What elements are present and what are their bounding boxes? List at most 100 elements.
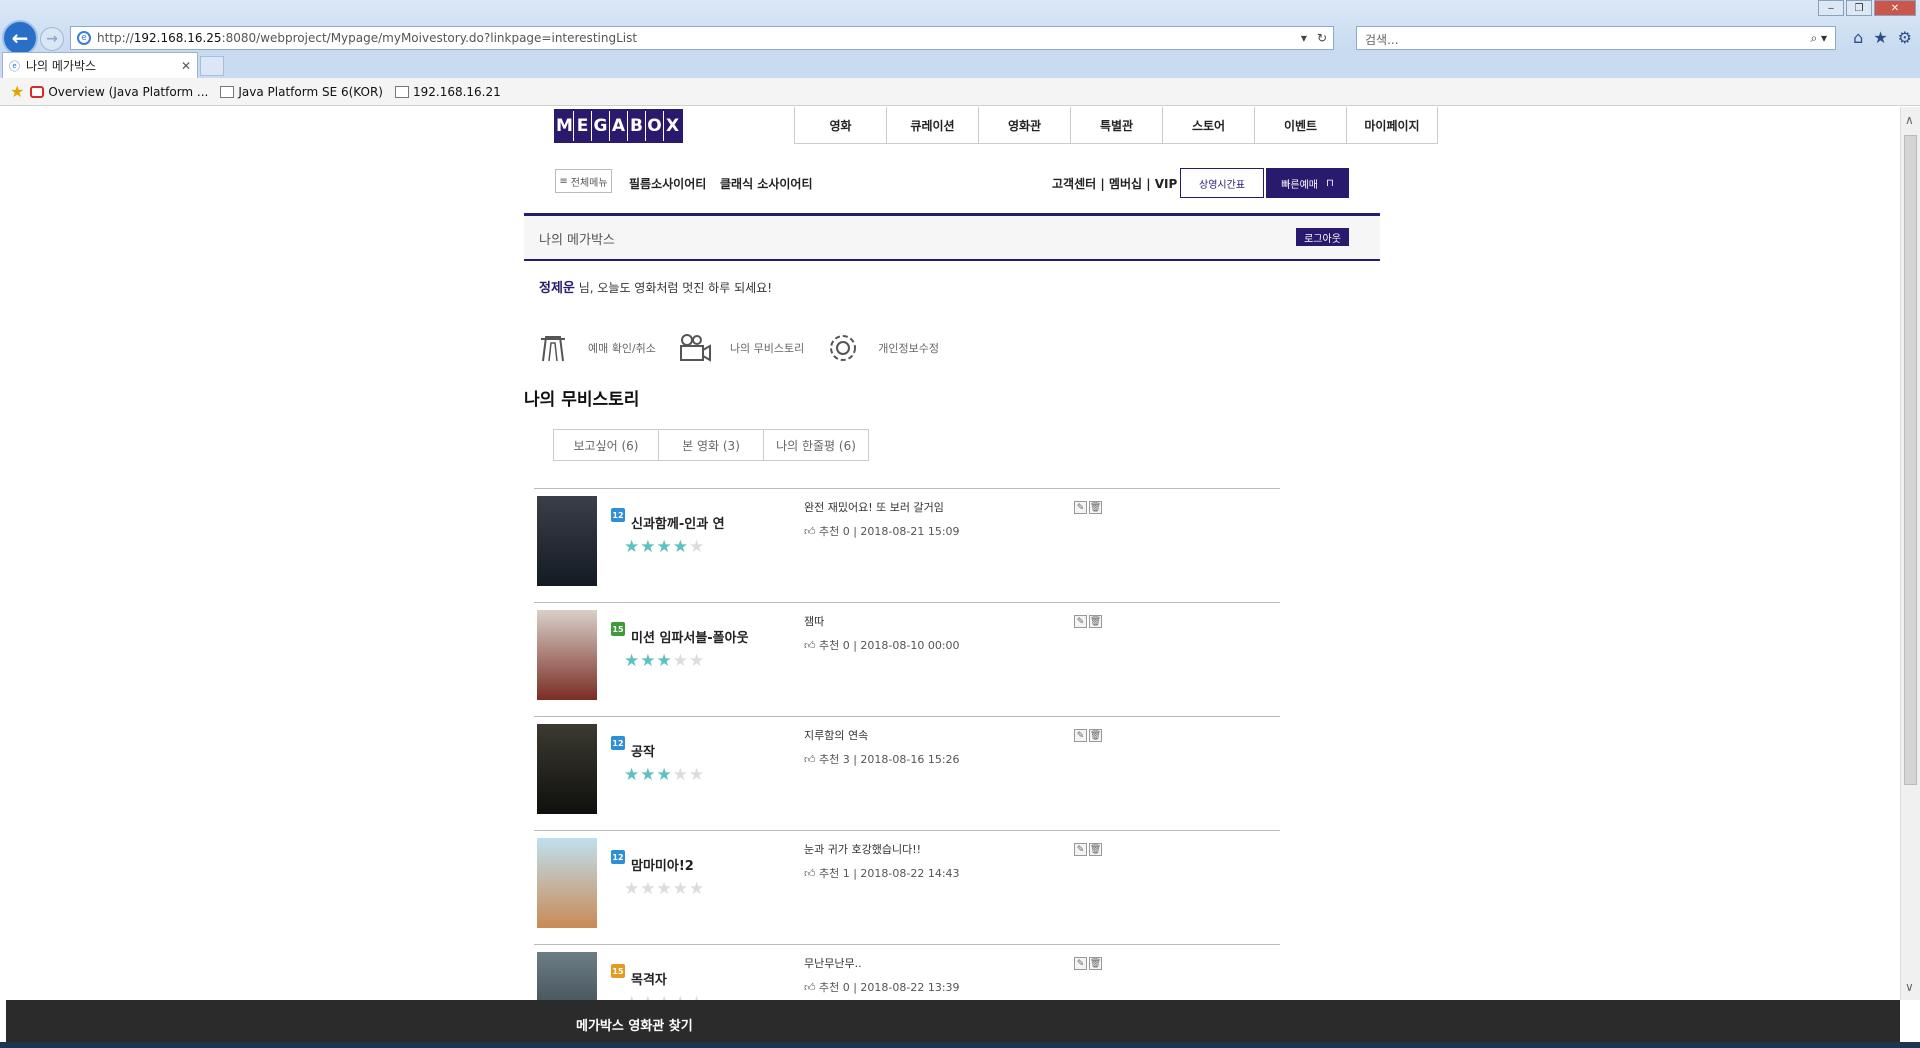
star-icon: ★ xyxy=(640,537,657,557)
nav-mypage[interactable]: 마이페이지 xyxy=(1346,107,1438,143)
megabox-logo[interactable]: M E G A B O X xyxy=(554,109,683,143)
thumb-up-icon[interactable]: 👍︎ xyxy=(804,867,816,880)
movie-title[interactable]: 공작 xyxy=(631,741,655,760)
delete-icon[interactable]: 🗑︎ xyxy=(1089,843,1102,856)
movie-poster[interactable] xyxy=(537,610,597,700)
nav-store[interactable]: 스토어 xyxy=(1162,107,1254,143)
star-icon: ★ xyxy=(640,651,657,671)
fast-booking-button[interactable]: 빠른예매 ⊓ xyxy=(1266,168,1349,198)
edit-tools: ✎ 🗑︎ xyxy=(1074,843,1102,856)
delete-icon[interactable]: 🗑︎ xyxy=(1089,615,1102,628)
tab-want-to-see[interactable]: 보고싶어 (6) xyxy=(553,429,659,461)
star-icon: ★ xyxy=(673,993,689,1000)
movie-poster[interactable] xyxy=(537,838,597,928)
tab-page-icon: ⓔ xyxy=(9,59,20,73)
new-tab-button[interactable] xyxy=(200,56,224,76)
favorites-star-icon[interactable]: ★ xyxy=(1873,28,1887,47)
star-icon: ★ xyxy=(672,879,689,899)
age-rating-badge: 12 xyxy=(611,508,625,522)
menu-booking-check[interactable]: 예매 확인/취소 xyxy=(588,340,656,356)
thumb-up-icon[interactable]: 👍︎ xyxy=(804,525,816,538)
logout-button[interactable]: 로그아웃 xyxy=(1296,228,1349,246)
thumb-up-icon[interactable]: 👍︎ xyxy=(804,981,816,994)
star-icon: ★ xyxy=(672,537,689,557)
film-society-link[interactable]: 필름소사이어티 xyxy=(629,175,706,192)
star-rating: ★★★★★ xyxy=(624,993,705,1000)
tab-bar: ⓔ 나의 메가박스 ✕ xyxy=(0,52,1920,78)
movie-camera-icon[interactable] xyxy=(676,329,714,367)
utility-links[interactable]: 고객센터 | 멤버십 | VIP xyxy=(1052,175,1177,192)
tab-my-reviews[interactable]: 나의 한줄평 (6) xyxy=(763,429,869,461)
movie-title[interactable]: 맘마미아!2 xyxy=(631,855,694,874)
find-theater-link[interactable]: 메가박스 영화관 찾기 xyxy=(576,1015,693,1034)
logo-letter: O xyxy=(646,111,663,141)
menu-edit-profile[interactable]: 개인정보수정 xyxy=(878,340,939,356)
favorite-label: 192.168.16.21 xyxy=(412,84,501,99)
add-favorite-star-icon[interactable]: ★ xyxy=(10,82,24,101)
favorite-label: Java Platform SE 6(KOR) xyxy=(238,84,383,99)
classic-society-link[interactable]: 클래식 소사이어티 xyxy=(720,175,813,192)
movie-poster[interactable] xyxy=(537,724,597,814)
delete-icon[interactable]: 🗑︎ xyxy=(1089,957,1102,970)
url-host: 192.168.16.25 xyxy=(133,31,222,45)
home-icon[interactable]: ⌂ xyxy=(1853,28,1863,47)
browser-tab-active[interactable]: ⓔ 나의 메가박스 ✕ xyxy=(2,52,198,78)
review-meta: 👍︎ 추천 1 | 2018-08-22 14:43 xyxy=(804,865,960,881)
ticket-icon[interactable] xyxy=(534,329,572,367)
movie-poster[interactable] xyxy=(537,952,597,1000)
edit-icon[interactable]: ✎ xyxy=(1074,615,1087,628)
favorites-bar: ★ Overview (Java Platform ... Java Platf… xyxy=(0,78,1920,106)
movie-title[interactable]: 미션 임파서블-폴아웃 xyxy=(631,627,749,646)
tab-watched[interactable]: 본 영화 (3) xyxy=(658,429,764,461)
nav-curation[interactable]: 큐레이션 xyxy=(886,107,978,143)
edit-icon[interactable]: ✎ xyxy=(1074,729,1087,742)
favorite-link-ip[interactable]: 192.168.16.21 xyxy=(394,84,501,99)
delete-icon[interactable]: 🗑︎ xyxy=(1089,501,1102,514)
settings-gear-icon[interactable]: ⚙ xyxy=(1898,28,1912,47)
main-nav: 영화 큐레이션 영화관 특별관 스토어 이벤트 마이페이지 xyxy=(794,107,1438,144)
timetable-button[interactable]: 상영시간표 xyxy=(1180,168,1264,198)
forward-button[interactable]: → xyxy=(40,27,64,51)
scroll-down-icon[interactable]: ∨ xyxy=(1905,980,1914,994)
favorite-link-java[interactable]: Java Platform SE 6(KOR) xyxy=(220,85,383,99)
edit-tools: ✎ 🗑︎ xyxy=(1074,501,1102,514)
scroll-thumb[interactable] xyxy=(1904,135,1917,785)
dropdown-icon[interactable]: ▾ xyxy=(1301,31,1307,45)
review-comment: 지루함의 연속 xyxy=(804,729,869,742)
review-comment: 눈과 귀가 호강했습니다!! xyxy=(804,843,922,856)
url-input[interactable]: e http://192.168.16.25:8080/webproject/M… xyxy=(70,26,1334,50)
maximize-button[interactable]: ❐ xyxy=(1846,0,1872,16)
vertical-scrollbar[interactable]: ∧ ∨ xyxy=(1900,107,1920,1000)
favorite-link-overview[interactable]: Overview (Java Platform ... xyxy=(30,85,208,99)
movie-title[interactable]: 신과함께-인과 연 xyxy=(631,513,725,532)
edit-icon[interactable]: ✎ xyxy=(1074,501,1087,514)
star-icon: ★ xyxy=(640,879,657,899)
minimize-button[interactable]: ‒ xyxy=(1818,0,1844,16)
favorite-label: Overview (Java Platform ... xyxy=(48,84,209,99)
movie-poster[interactable] xyxy=(537,496,597,586)
review-row: 15목격자★★★★★무난무난무..👍︎ 추천 0 | 2018-08-22 13… xyxy=(534,944,1280,1000)
star-icon: ★ xyxy=(689,879,706,899)
close-window-button[interactable]: ✕ xyxy=(1874,0,1916,16)
thumb-up-icon[interactable]: 👍︎ xyxy=(804,753,816,766)
nav-theater[interactable]: 영화관 xyxy=(978,107,1070,143)
delete-icon[interactable]: 🗑︎ xyxy=(1089,729,1102,742)
url-path: :8080/webproject/Mypage/myMoivestory.do?… xyxy=(221,31,638,45)
search-icon[interactable]: ⌕ ▾ xyxy=(1810,31,1827,45)
gear-icon[interactable] xyxy=(824,329,862,367)
scroll-up-icon[interactable]: ∧ xyxy=(1905,113,1914,127)
nav-movie[interactable]: 영화 xyxy=(794,107,886,143)
refresh-icon[interactable]: ↻ xyxy=(1317,31,1327,45)
close-tab-icon[interactable]: ✕ xyxy=(181,59,191,73)
edit-icon[interactable]: ✎ xyxy=(1074,843,1087,856)
nav-special[interactable]: 특별관 xyxy=(1070,107,1162,143)
movie-title[interactable]: 목격자 xyxy=(631,969,667,988)
search-input[interactable]: 검색... ⌕ ▾ xyxy=(1356,26,1836,50)
edit-icon[interactable]: ✎ xyxy=(1074,957,1087,970)
thumb-up-icon[interactable]: 👍︎ xyxy=(804,639,816,652)
back-button[interactable]: ← xyxy=(2,20,38,56)
all-menu-button[interactable]: ≡ 전체메뉴 xyxy=(555,169,612,193)
menu-my-moviestory[interactable]: 나의 무비스토리 xyxy=(730,340,804,356)
age-rating-badge: 15 xyxy=(611,964,625,978)
nav-event[interactable]: 이벤트 xyxy=(1254,107,1346,143)
